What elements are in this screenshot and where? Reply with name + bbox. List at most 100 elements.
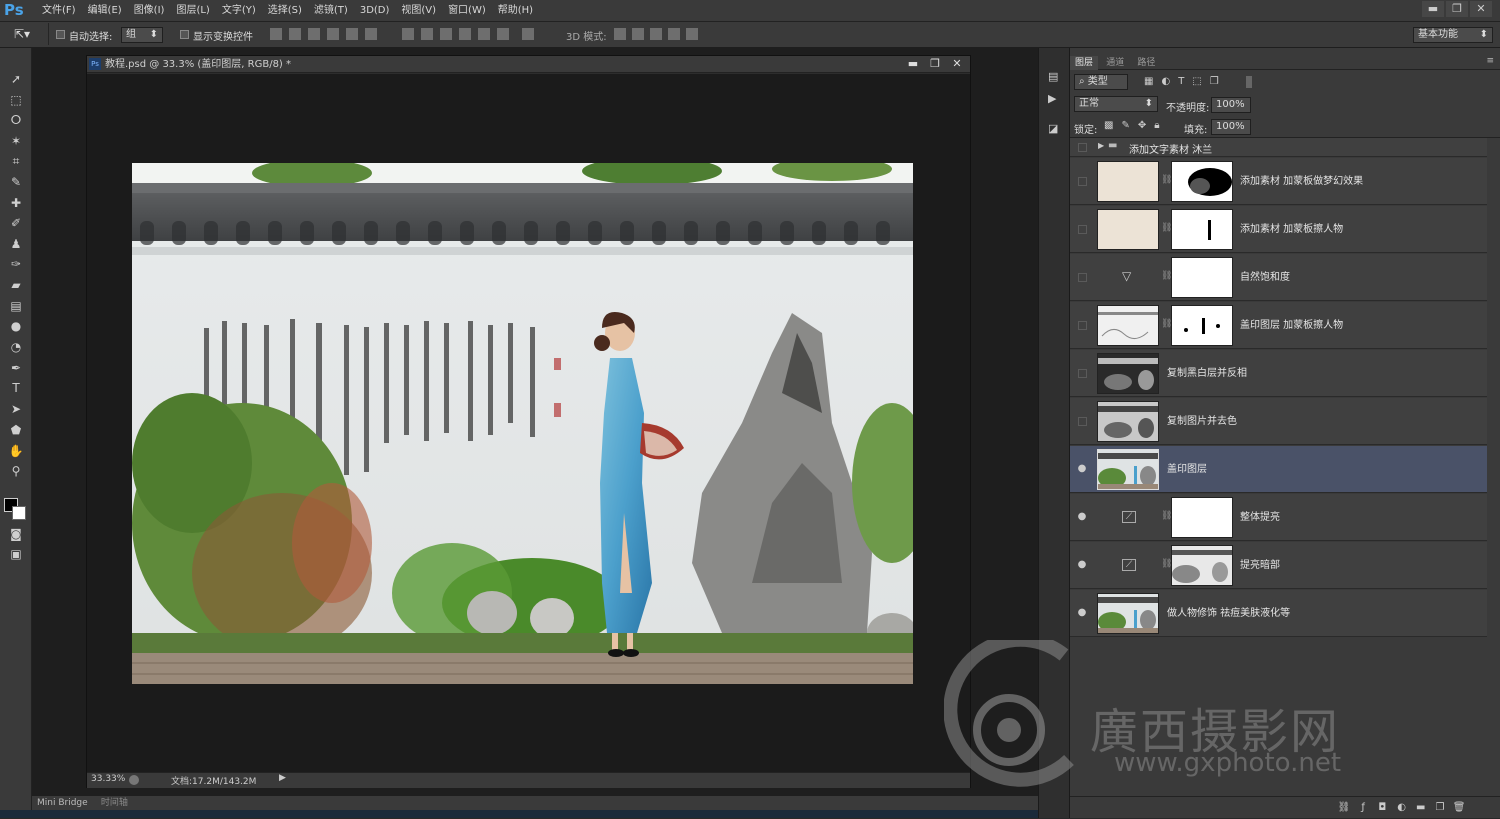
status-info-icon[interactable] (129, 775, 139, 785)
add-mask-icon[interactable]: ◘ (1374, 797, 1390, 819)
background-color-swatch[interactable] (12, 506, 26, 520)
clone-stamp-tool-icon[interactable]: ♟ (6, 235, 26, 253)
eraser-tool-icon[interactable]: ▰ (6, 276, 26, 294)
properties-panel-icon[interactable]: ◪ (1048, 122, 1058, 135)
lock-transparent-icon[interactable]: ▩ (1104, 120, 1113, 131)
tab-layers[interactable]: 图层 (1070, 56, 1099, 70)
menu-type[interactable]: 文字(Y) (216, 0, 262, 22)
panel-menu-icon[interactable]: ≡ (1486, 56, 1494, 66)
new-group-icon[interactable]: ▬ (1413, 797, 1429, 819)
fill-field[interactable]: 100% (1211, 119, 1251, 135)
blur-tool-icon[interactable]: ● (6, 317, 26, 335)
menu-filter[interactable]: 滤镜(T) (308, 0, 354, 22)
shape-tool-icon[interactable]: ⬟ (6, 421, 26, 439)
blend-mode-dropdown[interactable]: 正常 ⬍ (1074, 96, 1158, 112)
history-brush-tool-icon[interactable]: ✑ (6, 255, 26, 273)
layer-style-icon[interactable]: ƒ (1355, 797, 1371, 819)
screen-mode-icon[interactable]: ▣ (6, 545, 26, 563)
auto-align-icon[interactable] (522, 28, 534, 40)
layer-row[interactable]: 复制黑白层并反相 (1070, 350, 1487, 397)
canvas-photo[interactable] (132, 163, 913, 684)
filter-pixel-icon[interactable]: ▦ (1144, 76, 1153, 87)
layer-mask-thumbnail[interactable] (1171, 545, 1233, 586)
visibility-toggle[interactable] (1078, 417, 1087, 426)
doc-restore-button[interactable]: ❐ (928, 56, 942, 72)
tab-timeline[interactable]: 时间轴 (96, 796, 133, 810)
delete-layer-icon[interactable]: 🗑︎ (1451, 797, 1467, 819)
layer-row[interactable]: ● ⟋ ⛓ 整体提亮 (1070, 494, 1487, 541)
restore-button[interactable]: ❐ (1446, 1, 1468, 17)
layer-mask-thumbnail[interactable] (1171, 305, 1233, 346)
layer-row[interactable]: ● 做人物修饰 祛痘美肤液化等 (1070, 590, 1487, 637)
layer-mask-thumbnail[interactable] (1171, 161, 1233, 202)
filter-adjustment-icon[interactable]: ◐ (1161, 76, 1170, 87)
layer-row[interactable]: ⛓ 盖印图层 加蒙板擦人物 (1070, 302, 1487, 349)
tab-paths[interactable]: 路径 (1132, 56, 1160, 70)
menu-view[interactable]: 视图(V) (395, 0, 442, 22)
auto-select-checkbox[interactable] (56, 29, 65, 40)
move-tool-icon[interactable]: ➚ (6, 70, 26, 88)
history-panel-icon[interactable]: ▤ (1048, 70, 1058, 83)
eye-icon[interactable]: ● (1075, 510, 1089, 524)
zoom-level[interactable]: 33.33% (91, 774, 125, 784)
filter-toggle[interactable] (1246, 76, 1252, 88)
align-top-icon[interactable] (270, 28, 282, 40)
menu-help[interactable]: 帮助(H) (492, 0, 539, 22)
layer-row[interactable]: ▽ ⛓ 自然饱和度 (1070, 254, 1487, 301)
path-selection-tool-icon[interactable]: ➤ (6, 400, 26, 418)
opacity-field[interactable]: 100% (1211, 97, 1251, 113)
layer-group[interactable]: ▶ ▬ 添加文字素材 沐兰 (1070, 138, 1487, 157)
menu-select[interactable]: 选择(S) (262, 0, 308, 22)
visibility-toggle[interactable] (1078, 177, 1087, 186)
show-transform-checkbox[interactable] (180, 29, 189, 40)
close-button[interactable]: ✕ (1470, 1, 1492, 17)
distribute-left-icon[interactable] (459, 28, 471, 40)
layer-mask-thumbnail[interactable] (1171, 497, 1233, 538)
minimize-button[interactable]: ▬ (1422, 1, 1444, 17)
healing-brush-tool-icon[interactable]: ✚ (6, 194, 26, 212)
doc-close-button[interactable]: ✕ (950, 56, 964, 72)
disclosure-triangle-icon[interactable]: ▶ (1098, 141, 1104, 150)
layer-row[interactable]: ⛓ 添加素材 加蒙板做梦幻效果 (1070, 158, 1487, 205)
layer-row[interactable]: ● ⟋ ⛓ 提亮暗部 (1070, 542, 1487, 589)
align-right-icon[interactable] (365, 28, 377, 40)
3d-roll-icon[interactable] (632, 28, 644, 40)
align-vcenter-icon[interactable] (289, 28, 301, 40)
distribute-hcenter-icon[interactable] (478, 28, 490, 40)
visibility-toggle[interactable] (1078, 321, 1087, 330)
workspace-dropdown[interactable]: 基本功能 ⬍ (1413, 27, 1493, 43)
menu-layer[interactable]: 图层(L) (170, 0, 215, 22)
eye-icon[interactable]: ● (1075, 558, 1089, 572)
quick-mask-icon[interactable]: ◙ (6, 525, 26, 543)
3d-slide-icon[interactable] (668, 28, 680, 40)
distribute-top-icon[interactable] (402, 28, 414, 40)
eye-icon[interactable]: ● (1075, 606, 1089, 620)
crop-tool-icon[interactable]: ⌗ (6, 152, 26, 170)
zoom-tool-icon[interactable]: ⚲ (6, 462, 26, 480)
move-tool-preset-icon[interactable]: ⇱▾ (14, 27, 30, 41)
3d-rotate-icon[interactable] (614, 28, 626, 40)
pen-tool-icon[interactable]: ✒ (6, 359, 26, 377)
brush-tool-icon[interactable]: ✐ (6, 214, 26, 232)
tab-mini-bridge[interactable]: Mini Bridge (32, 796, 93, 810)
new-adjustment-icon[interactable]: ◐ (1394, 797, 1410, 819)
lock-all-icon[interactable]: 🔒︎ (1154, 120, 1159, 131)
marquee-tool-icon[interactable]: ⬚ (6, 91, 26, 109)
type-tool-icon[interactable]: T (6, 379, 26, 397)
visibility-toggle[interactable] (1078, 143, 1087, 152)
layer-mask-thumbnail[interactable] (1171, 257, 1233, 298)
filter-kind-dropdown[interactable]: ⌕ 类型 (1074, 74, 1128, 90)
hand-tool-icon[interactable]: ✋ (6, 442, 26, 460)
dodge-tool-icon[interactable]: ◔ (6, 338, 26, 356)
magic-wand-tool-icon[interactable]: ✶ (6, 132, 26, 150)
gradient-tool-icon[interactable]: ▤ (6, 297, 26, 315)
visibility-toggle[interactable] (1078, 225, 1087, 234)
menu-file[interactable]: 文件(F) (36, 0, 82, 22)
align-hcenter-icon[interactable] (346, 28, 358, 40)
eyedropper-tool-icon[interactable]: ✎ (6, 173, 26, 191)
lock-image-icon[interactable]: ✎ (1121, 120, 1129, 131)
distribute-bottom-icon[interactable] (440, 28, 452, 40)
tab-channels[interactable]: 通道 (1101, 56, 1129, 70)
visibility-toggle[interactable] (1078, 273, 1087, 282)
layer-mask-thumbnail[interactable] (1171, 209, 1233, 250)
